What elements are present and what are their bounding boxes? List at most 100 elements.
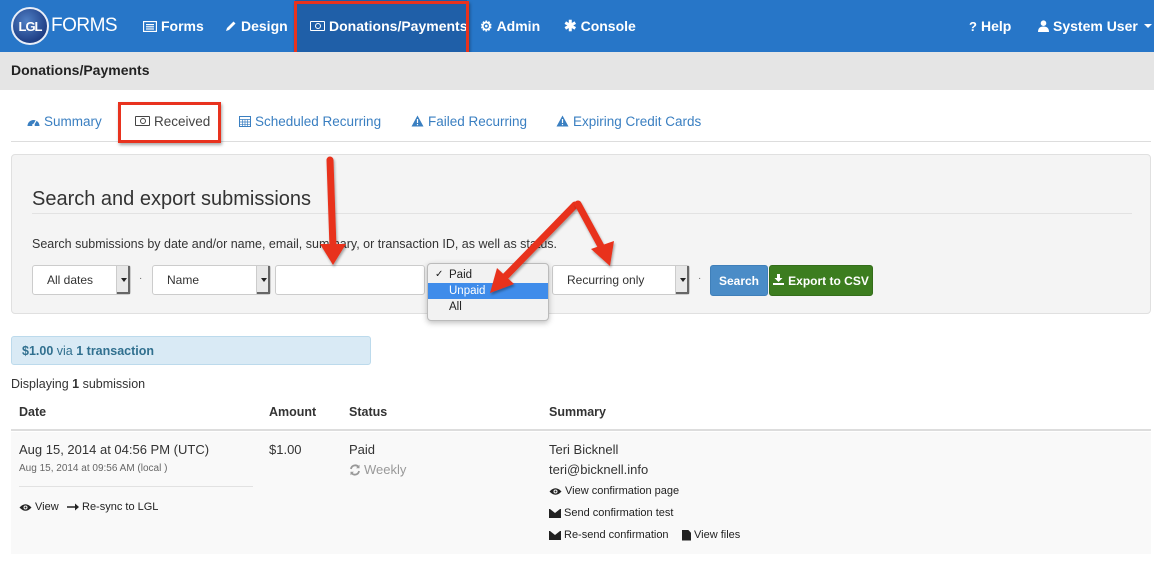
logo-mark: LGL (11, 7, 49, 45)
view-label: View (35, 501, 59, 513)
view-confirmation-link[interactable]: View confirmation page (549, 485, 679, 497)
money-icon (310, 21, 325, 31)
view-files-link[interactable]: View files (682, 529, 740, 541)
search-title: Search and export submissions (32, 188, 312, 210)
status-option-paid[interactable]: ✓ Paid (428, 267, 548, 283)
totals-alert: $1.00 via 1 transaction (11, 336, 371, 365)
separator-dot: · (139, 273, 143, 284)
resync-label: Re-sync to LGL (82, 501, 159, 513)
resync-lgl-link[interactable]: Re-sync to LGL (67, 501, 158, 513)
send-test-label: Send confirmation test (564, 507, 674, 519)
divider (19, 486, 253, 487)
column-date[interactable]: Date (19, 405, 46, 419)
tab-failed-recurring-label: Failed Recurring (428, 113, 528, 129)
date-utc: Aug 15, 2014 at 04:56 PM (UTC) (19, 442, 210, 457)
calendar-icon (239, 115, 251, 127)
tab-received[interactable]: Received (135, 100, 210, 142)
column-amount[interactable]: Amount (269, 405, 316, 419)
eye-icon (549, 487, 562, 496)
nav-admin[interactable]: ⚙ Admin (480, 0, 540, 52)
money-icon (135, 116, 150, 126)
tab-summary-label: Summary (44, 113, 102, 129)
nav-donations-label: Donations/Payments (329, 18, 468, 34)
nav-user-label: System User (1053, 18, 1138, 34)
send-confirmation-test-link[interactable]: Send confirmation test (549, 507, 673, 519)
tab-expiring-credit-cards-label: Expiring Credit Cards (573, 113, 702, 129)
chevron-down-icon (675, 266, 689, 294)
search-field-value: Name (167, 273, 200, 287)
table-header: Date Amount Status Summary (11, 395, 1151, 431)
donor-name: Teri Bicknell (549, 442, 619, 457)
recurrence-label: Weekly (364, 462, 407, 477)
tab-summary[interactable]: Summary (27, 100, 102, 142)
tab-bar: Summary Received Scheduled Recurring Fai… (11, 100, 1151, 142)
nav-console[interactable]: ✱ Console (564, 0, 636, 52)
envelope-icon (549, 530, 561, 540)
total-amount: $1.00 (22, 343, 54, 358)
search-query-input[interactable] (275, 265, 425, 295)
displaying-suffix: submission (82, 377, 146, 391)
nav-forms-label: Forms (161, 18, 204, 34)
warning-icon (411, 115, 424, 127)
envelope-icon (549, 508, 561, 518)
nav-help[interactable]: ? Help (969, 0, 1011, 52)
tab-failed-recurring[interactable]: Failed Recurring (411, 100, 527, 142)
file-icon (682, 529, 691, 541)
nav-donations-payments[interactable]: Donations/Payments (295, 0, 467, 52)
nav-user-menu[interactable]: System User (1038, 0, 1152, 52)
tab-scheduled-recurring[interactable]: Scheduled Recurring (239, 100, 381, 142)
status-option-label: Unpaid (449, 285, 486, 297)
question-icon: ? (969, 18, 977, 34)
recurrence-value: Weekly (349, 462, 406, 477)
search-button[interactable]: Search (710, 265, 768, 296)
download-icon (773, 273, 785, 288)
resend-label: Re-send confirmation (564, 529, 669, 541)
nav-forms[interactable]: Forms (143, 0, 204, 52)
view-link[interactable]: View (19, 501, 59, 513)
transaction-count: 1 transaction (76, 343, 155, 358)
status-option-all[interactable]: All (428, 299, 548, 315)
displaying-count: Displaying 1 submission (11, 377, 145, 391)
refresh-icon (349, 463, 361, 476)
donor-email: teri@bicknell.info (549, 462, 649, 477)
date-local: Aug 15, 2014 at 09:56 AM (local ) (19, 463, 168, 474)
status-value: Paid (349, 442, 376, 457)
view-files-label: View files (694, 529, 741, 541)
view-confirmation-label: View confirmation page (565, 485, 680, 497)
search-field-select[interactable]: Name (152, 265, 271, 295)
separator-dot: · (698, 273, 702, 284)
user-icon (1038, 20, 1049, 32)
list-icon (143, 20, 157, 32)
page-header: Donations/Payments (0, 52, 1154, 90)
gear-icon: ⚙ (480, 17, 493, 34)
export-csv-button[interactable]: Export to CSV (769, 265, 873, 296)
top-navbar: LGL FORMS Forms Design Donations/Payment… (0, 0, 1154, 52)
status-option-label: All (449, 301, 462, 313)
nav-admin-label: Admin (496, 18, 541, 34)
arrow-right-icon (67, 503, 79, 511)
via-text: via (56, 343, 73, 358)
search-description: Search submissions by date and/or name, … (32, 237, 557, 251)
status-option-unpaid[interactable]: Unpaid (428, 283, 548, 299)
asterisk-icon: ✱ (564, 18, 577, 35)
nav-console-label: Console (580, 18, 636, 34)
tab-received-label: Received (154, 113, 211, 129)
status-dropdown-menu[interactable]: ✓ Paid Unpaid All (427, 263, 549, 321)
column-summary[interactable]: Summary (549, 405, 606, 419)
column-status[interactable]: Status (349, 405, 387, 419)
search-button-label: Search (718, 273, 760, 288)
pencil-icon (225, 20, 237, 32)
nav-help-label: Help (980, 18, 1012, 34)
nav-design-label: Design (241, 18, 288, 34)
chevron-down-icon (1143, 24, 1152, 28)
divider (32, 213, 1132, 214)
resend-confirmation-link[interactable]: Re-send confirmation (549, 529, 669, 541)
nav-design[interactable]: Design (225, 0, 288, 52)
recurring-filter-value: Recurring only (567, 273, 645, 287)
lgl-forms-logo[interactable]: LGL FORMS (11, 7, 118, 45)
displaying-number: 1 (72, 377, 80, 391)
recurring-filter-select[interactable]: Recurring only (552, 265, 690, 295)
tab-expiring-credit-cards[interactable]: Expiring Credit Cards (556, 100, 701, 142)
amount-value: $1.00 (269, 442, 302, 457)
date-range-select[interactable]: All dates (32, 265, 131, 295)
